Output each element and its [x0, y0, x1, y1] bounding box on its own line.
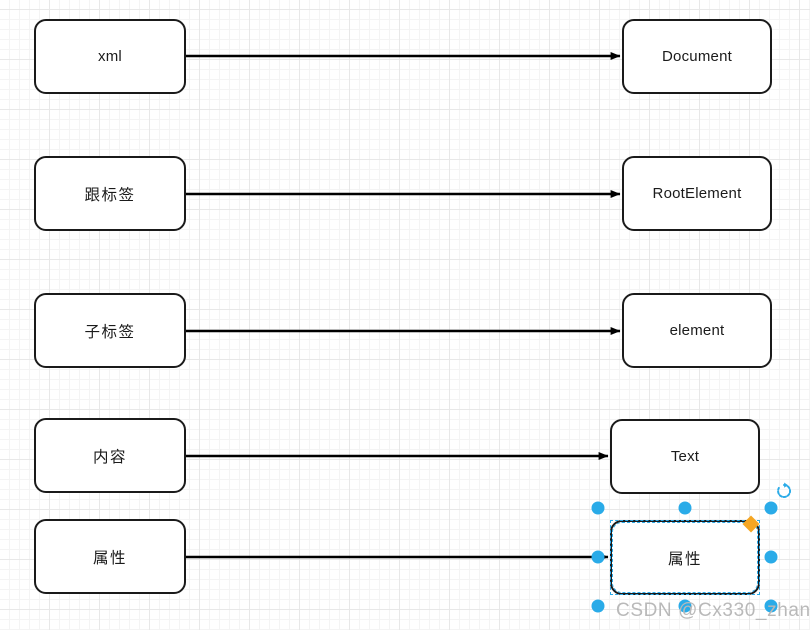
node-content[interactable]: 内容	[34, 418, 186, 493]
handle-top-center[interactable]	[678, 501, 692, 515]
node-rootelement[interactable]: RootElement	[622, 156, 772, 231]
node-label: 子标签	[84, 323, 136, 341]
node-label: 跟标签	[84, 186, 136, 204]
node-element[interactable]: element	[622, 293, 772, 368]
diagram-canvas[interactable]: xml Document 跟标签 RootElement 子标签 element 内容 Tex…	[0, 0, 810, 630]
handle-top-left[interactable]	[591, 501, 605, 515]
node-xml[interactable]: xml	[34, 19, 186, 94]
handle-top-right[interactable]	[764, 501, 778, 515]
node-attr-right[interactable]: 属性	[610, 520, 760, 595]
node-gen-tag[interactable]: 跟标签	[34, 156, 186, 231]
node-label: xml	[98, 48, 122, 65]
rotate-icon[interactable]	[775, 482, 793, 500]
node-label: Document	[662, 48, 732, 65]
node-text[interactable]: Text	[610, 419, 760, 494]
csdn-watermark: CSDN @Cx330_zhanui	[616, 600, 810, 621]
node-document[interactable]: Document	[622, 19, 772, 94]
node-label: 属性	[667, 550, 702, 568]
node-label: 内容	[92, 448, 127, 466]
node-label: 属性	[92, 549, 127, 567]
node-label: element	[669, 322, 725, 339]
node-label: RootElement	[652, 185, 742, 202]
handle-bottom-left[interactable]	[591, 599, 605, 613]
node-label: Text	[670, 448, 700, 465]
handle-middle-right[interactable]	[764, 550, 778, 564]
node-attribute[interactable]: 属性	[34, 519, 186, 594]
node-child-tag[interactable]: 子标签	[34, 293, 186, 368]
handle-middle-left[interactable]	[591, 550, 605, 564]
